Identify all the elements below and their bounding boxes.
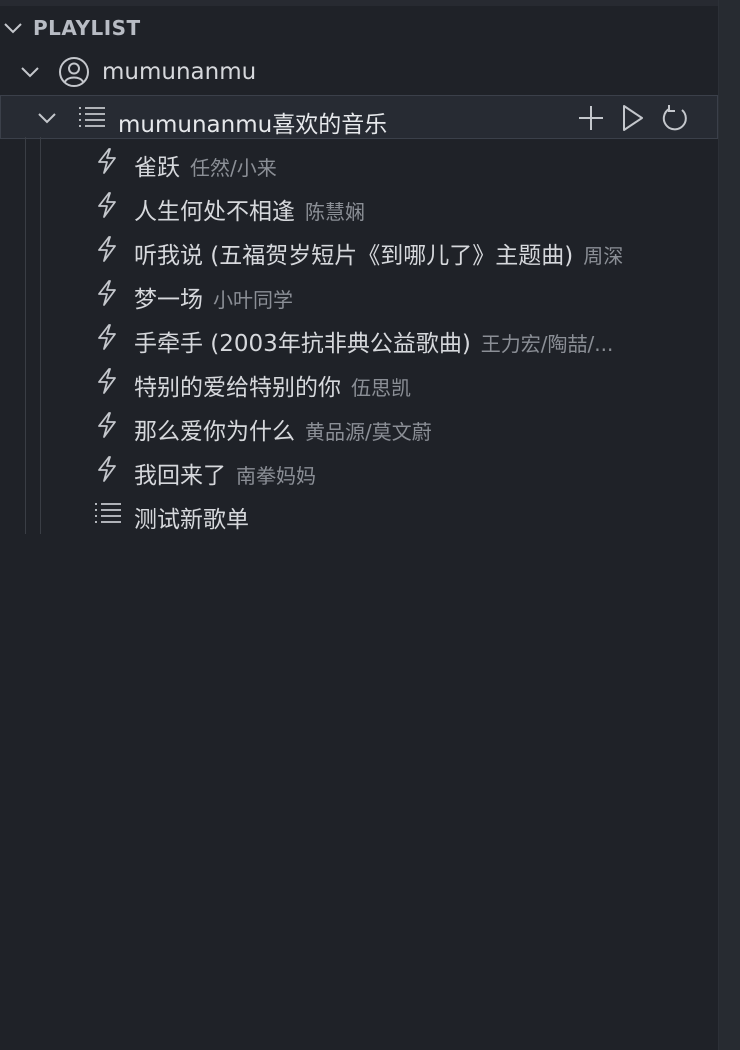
song-artist: 陈慧娴 [305,200,365,224]
playlist-tree: mumunanmu mumunanmu喜欢的音乐 雀跃 任然/小来 人生何处不相… [0,50,718,1050]
song-item[interactable]: 手牵手 (2003年抗非典公益歌曲) 王力宏/陶喆/... [0,315,718,359]
list-icon [94,501,122,525]
song-title: 手牵手 (2003年抗非典公益歌曲) [134,331,471,357]
song-title: 梦一场 [134,287,203,313]
lightning-icon [95,367,119,395]
song-title: 人生何处不相逢 [134,199,295,225]
playlist-name: mumunanmu喜欢的音乐 [118,112,388,138]
playlist-actions [575,102,691,134]
playlist-name: 测试新歌单 [134,507,249,533]
song-title: 特别的爱给特别的你 [134,375,341,401]
lightning-icon [95,323,119,351]
song-item[interactable]: 我回来了 南拳妈妈 [0,447,718,491]
song-title: 我回来了 [134,463,226,489]
lightning-icon [95,279,119,307]
song-artist: 小叶同学 [213,288,293,312]
song-artist: 南拳妈妈 [236,464,316,488]
section-title: PLAYLIST [33,16,141,40]
song-item[interactable]: 特别的爱给特别的你 伍思凯 [0,359,718,403]
play-icon[interactable] [617,102,649,134]
refresh-icon[interactable] [659,102,691,134]
lightning-icon [95,455,119,483]
chevron-down-icon[interactable] [3,18,23,38]
account-icon [58,56,90,88]
song-artist: 黄品源/莫文蔚 [305,420,432,444]
scrollbar-track[interactable] [718,0,740,1050]
lightning-icon [95,147,119,175]
song-item[interactable]: 那么爱你为什么 黄品源/莫文蔚 [0,403,718,447]
tree-item-playlist[interactable]: 测试新歌单 [0,491,718,535]
chevron-down-icon[interactable] [37,108,57,128]
lightning-icon [95,235,119,263]
song-title: 雀跃 [134,155,180,181]
song-item[interactable]: 人生何处不相逢 陈慧娴 [0,183,718,227]
list-icon [78,105,106,129]
add-icon[interactable] [575,102,607,134]
chevron-down-icon[interactable] [20,62,40,82]
song-artist: 伍思凯 [351,376,411,400]
song-artist: 周深 [583,244,624,268]
song-artist: 任然/小来 [190,156,277,180]
lightning-icon [95,411,119,439]
song-title: 听我说 (五福贺岁短片《到哪儿了》主题曲) [134,243,574,269]
tree-item-user[interactable]: mumunanmu [0,50,718,94]
song-artist: 王力宏/陶喆/... [480,332,614,356]
user-name: mumunanmu [102,59,257,85]
lightning-icon [95,191,119,219]
song-item[interactable]: 听我说 (五福贺岁短片《到哪儿了》主题曲) 周深 [0,227,718,271]
playlist-section-header[interactable]: PLAYLIST [0,6,718,50]
song-item[interactable]: 雀跃 任然/小来 [0,139,718,183]
tree-item-liked-playlist[interactable]: mumunanmu喜欢的音乐 [0,95,718,139]
song-item[interactable]: 梦一场 小叶同学 [0,271,718,315]
song-title: 那么爱你为什么 [134,419,295,445]
